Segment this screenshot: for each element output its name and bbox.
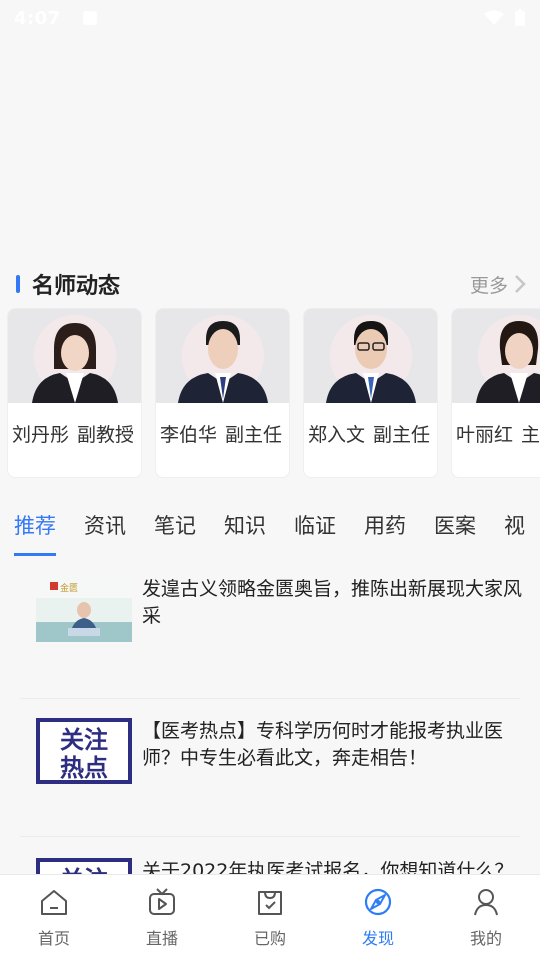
more-label: 更多 <box>469 274 508 297</box>
teacher-title: 副教授 <box>77 423 135 446</box>
article-thumbnail: 关注 热点 <box>36 718 132 784</box>
tab-news[interactable]: 资讯 <box>84 510 126 556</box>
teacher-card[interactable]: 李伯华 副主任 <box>155 308 290 478</box>
teacher-avatar <box>8 309 141 403</box>
nav-discover[interactable]: 发现 <box>324 875 432 960</box>
thumb-caption: 金匮 <box>60 582 78 594</box>
teacher-name: 郑入文 <box>308 423 366 446</box>
section-title: 名师动态 <box>32 274 121 299</box>
teacher-name: 叶丽红 <box>456 423 514 446</box>
article-feed: 金匮 发遑古义领略金匮奥旨，推陈出新展现大家风采 关注 热点 【医考热点】专科学… <box>0 556 540 874</box>
nav-label: 首页 <box>37 929 70 948</box>
teacher-title: 主任 <box>521 423 540 446</box>
bottom-nav: 首页 直播 已购 发现 我的 <box>0 874 540 960</box>
article-title: 关于2022年执医考试报名，你想知道什么？ <box>142 860 514 874</box>
nav-label: 已购 <box>253 929 286 948</box>
article-thumbnail: 关注 <box>36 858 132 874</box>
banner-area <box>0 36 540 256</box>
nav-live[interactable]: 直播 <box>108 875 216 960</box>
status-bar: 4:07 <box>0 0 540 36</box>
nav-label: 发现 <box>361 929 394 948</box>
thumb-text-top: 关注 <box>60 866 108 874</box>
tab-notes[interactable]: 笔记 <box>154 510 196 556</box>
tab-video[interactable]: 视 <box>504 510 525 556</box>
article-item[interactable]: 金匮 发遑古义领略金匮奥旨，推陈出新展现大家风采 <box>36 576 526 642</box>
home-icon <box>41 890 67 915</box>
article-item[interactable]: 关注 关于2022年执医考试报名，你想知道什么？ <box>36 858 526 874</box>
category-tabs: 推荐 资讯 笔记 知识 临证 用药 医案 视 <box>0 510 540 556</box>
tab-cases[interactable]: 医案 <box>434 510 476 556</box>
article-item[interactable]: 关注 热点 【医考热点】专科学历何时才能报考执业医师？中专生必看此文，奔走相告！ <box>36 718 526 784</box>
famous-teachers-header: 名师动态 更多 <box>16 266 526 302</box>
divider <box>20 836 520 837</box>
teacher-card[interactable]: 郑入文 副主任 <box>303 308 438 478</box>
teacher-title: 副主任 <box>225 423 283 446</box>
article-title: 【医考热点】专科学历何时才能报考执业医师？中专生必看此文，奔走相告！ <box>142 720 504 769</box>
nav-home[interactable]: 首页 <box>0 875 108 960</box>
bag-check-icon <box>258 891 282 915</box>
battery-icon <box>515 9 525 26</box>
teacher-avatar <box>156 309 289 403</box>
teacher-label: 刘丹彤 副教授 <box>8 403 141 463</box>
teacher-name: 刘丹彤 <box>12 423 70 446</box>
nav-purchased[interactable]: 已购 <box>216 875 324 960</box>
teacher-title: 副主任 <box>373 423 431 446</box>
nav-label: 直播 <box>145 929 178 948</box>
nav-label: 我的 <box>469 929 502 948</box>
more-link[interactable]: 更多 <box>470 271 526 298</box>
tab-medication[interactable]: 用药 <box>364 510 406 556</box>
article-thumbnail: 金匮 <box>36 576 132 642</box>
thumb-text-top: 关注 <box>60 726 108 754</box>
tab-clinical[interactable]: 临证 <box>294 510 336 556</box>
wifi-icon <box>484 10 504 25</box>
article-title: 发遑古义领略金匮奥旨，推陈出新展现大家风采 <box>142 578 523 627</box>
teacher-name: 李伯华 <box>160 423 218 446</box>
notification-icon <box>82 11 97 25</box>
teacher-label: 郑入文 副主任 <box>304 403 437 463</box>
teacher-avatar <box>452 309 540 403</box>
chevron-right-icon <box>515 275 526 293</box>
teacher-label: 叶丽红 主任 <box>452 403 540 463</box>
tab-knowledge[interactable]: 知识 <box>224 510 266 556</box>
compass-icon <box>364 888 392 916</box>
teacher-label: 李伯华 副主任 <box>156 403 289 463</box>
teacher-carousel[interactable]: 刘丹彤 副教授 李伯华 副主任 郑入文 副主任 叶丽红 主 <box>7 308 540 480</box>
section-accent-bar <box>16 275 20 293</box>
teacher-avatar <box>304 309 437 403</box>
nav-mine[interactable]: 我的 <box>432 875 540 960</box>
status-time: 4:07 <box>14 7 61 29</box>
divider <box>20 698 520 699</box>
tab-recommend[interactable]: 推荐 <box>14 510 56 556</box>
tv-icon <box>149 888 175 915</box>
thumb-text-bottom: 热点 <box>60 754 108 782</box>
teacher-card[interactable]: 刘丹彤 副教授 <box>7 308 142 478</box>
teacher-card[interactable]: 叶丽红 主任 <box>451 308 540 478</box>
status-icons <box>484 9 526 27</box>
user-icon <box>474 889 498 916</box>
